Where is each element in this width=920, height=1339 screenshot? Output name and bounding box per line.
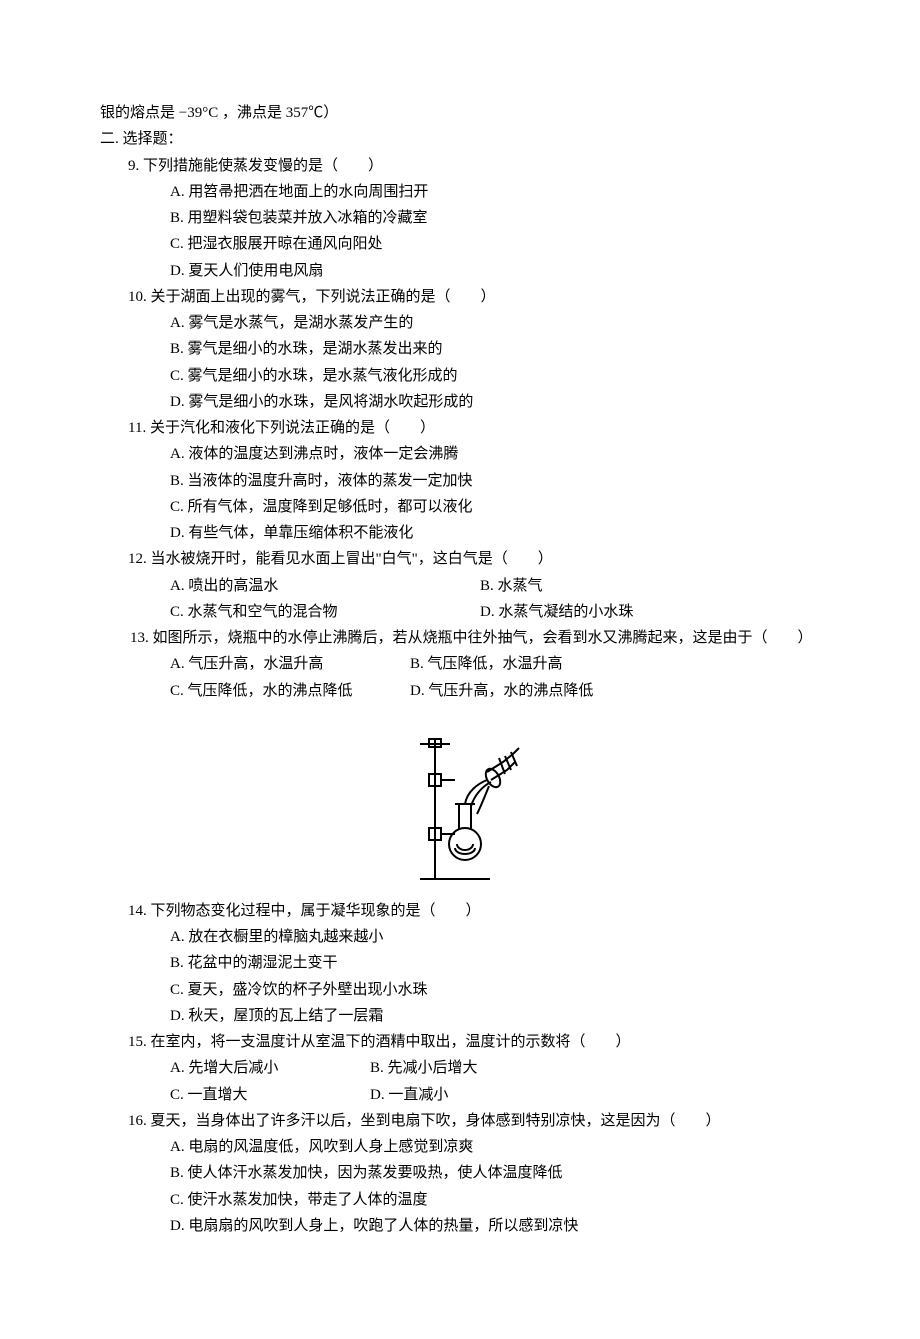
flask-apparatus-figure [395,714,525,884]
question-13-option-c: C. 气压降低，水的沸点降低 [170,678,410,704]
question-13-option-d: D. 气压升高，水的沸点降低 [410,678,593,704]
question-15-stem: 15. 在室内，将一支温度计从室温下的酒精中取出，温度计的示数将（ ） [128,1029,820,1055]
question-10-option-a: A. 雾气是水蒸气，是湖水蒸发产生的 [170,310,820,336]
question-14-stem: 14. 下列物态变化过程中，属于凝华现象的是（ ） [128,898,820,924]
question-11-option-c: C. 所有气体，温度降到足够低时，都可以液化 [170,494,820,520]
question-9-stem: 9. 下列措施能使蒸发变慢的是（ ） [128,153,820,179]
question-15-option-d: D. 一直减小 [370,1082,448,1108]
question-9-option-d: D. 夏天人们使用电风扇 [170,258,820,284]
question-16-option-d: D. 电扇扇的风吹到人身上，吹跑了人体的热量，所以感到凉快 [170,1213,820,1239]
question-14-option-b: B. 花盆中的潮湿泥土变干 [170,950,820,976]
question-14-option-d: D. 秋天，屋顶的瓦上结了一层霜 [170,1003,820,1029]
question-12-option-a: A. 喷出的高温水 [170,573,480,599]
question-11-stem: 11. 关于汽化和液化下列说法正确的是（ ） [128,415,820,441]
question-12-option-c: C. 水蒸气和空气的混合物 [170,599,480,625]
question-11-option-a: A. 液体的温度达到沸点时，液体一定会沸腾 [170,441,820,467]
question-15-option-a: A. 先增大后减小 [170,1055,370,1081]
question-13-stem: 13. 如图所示，烧瓶中的水停止沸腾后，若从烧瓶中往外抽气，会看到水又沸腾起来，… [100,625,820,651]
question-16-option-a: A. 电扇的风温度低，风吹到人身上感觉到凉爽 [170,1134,820,1160]
question-9-option-b: B. 用塑料袋包装菜并放入冰箱的冷藏室 [170,205,820,231]
question-16-stem: 16. 夏天，当身体出了许多汗以后，坐到电扇下吹，身体感到特别凉快，这是因为（ … [128,1108,820,1134]
question-13-option-a: A. 气压升高，水温升高 [170,651,410,677]
question-15-option-c: C. 一直增大 [170,1082,370,1108]
question-12-option-d: D. 水蒸气凝结的小水珠 [480,599,633,625]
question-10-option-c: C. 雾气是细小的水珠，是水蒸气液化形成的 [170,363,820,389]
question-13-option-b: B. 气压降低，水温升高 [410,651,563,677]
question-16-option-b: B. 使人体汗水蒸发加快，因为蒸发要吸热，使人体温度降低 [170,1160,820,1186]
question-11-option-d: D. 有些气体，单靠压缩体积不能液化 [170,520,820,546]
question-14-option-c: C. 夏天，盛冷饮的杯子外壁出现小水珠 [170,977,820,1003]
section-title: 二. 选择题： [100,126,820,152]
question-9-option-a: A. 用笤帚把洒在地面上的水向周围扫开 [170,179,820,205]
question-14-option-a: A. 放在衣橱里的樟脑丸越来越小 [170,924,820,950]
question-12-option-b: B. 水蒸气 [480,573,543,599]
question-11-option-b: B. 当液体的温度升高时，液体的蒸发一定加快 [170,468,820,494]
question-15-option-b: B. 先减小后增大 [370,1055,478,1081]
question-9-option-c: C. 把湿衣服展开晾在通风向阳处 [170,231,820,257]
question-12-stem: 12. 当水被烧开时，能看见水面上冒出"白气"，这白气是（ ） [128,546,820,572]
intro-text: 银的熔点是 −39°C ，沸点是 357℃） [100,100,820,126]
question-10-stem: 10. 关于湖面上出现的雾气，下列说法正确的是（ ） [128,284,820,310]
question-16-option-c: C. 使汗水蒸发加快，带走了人体的温度 [170,1187,820,1213]
question-10-option-b: B. 雾气是细小的水珠，是湖水蒸发出来的 [170,336,820,362]
question-10-option-d: D. 雾气是细小的水珠，是风将湖水吹起形成的 [170,389,820,415]
